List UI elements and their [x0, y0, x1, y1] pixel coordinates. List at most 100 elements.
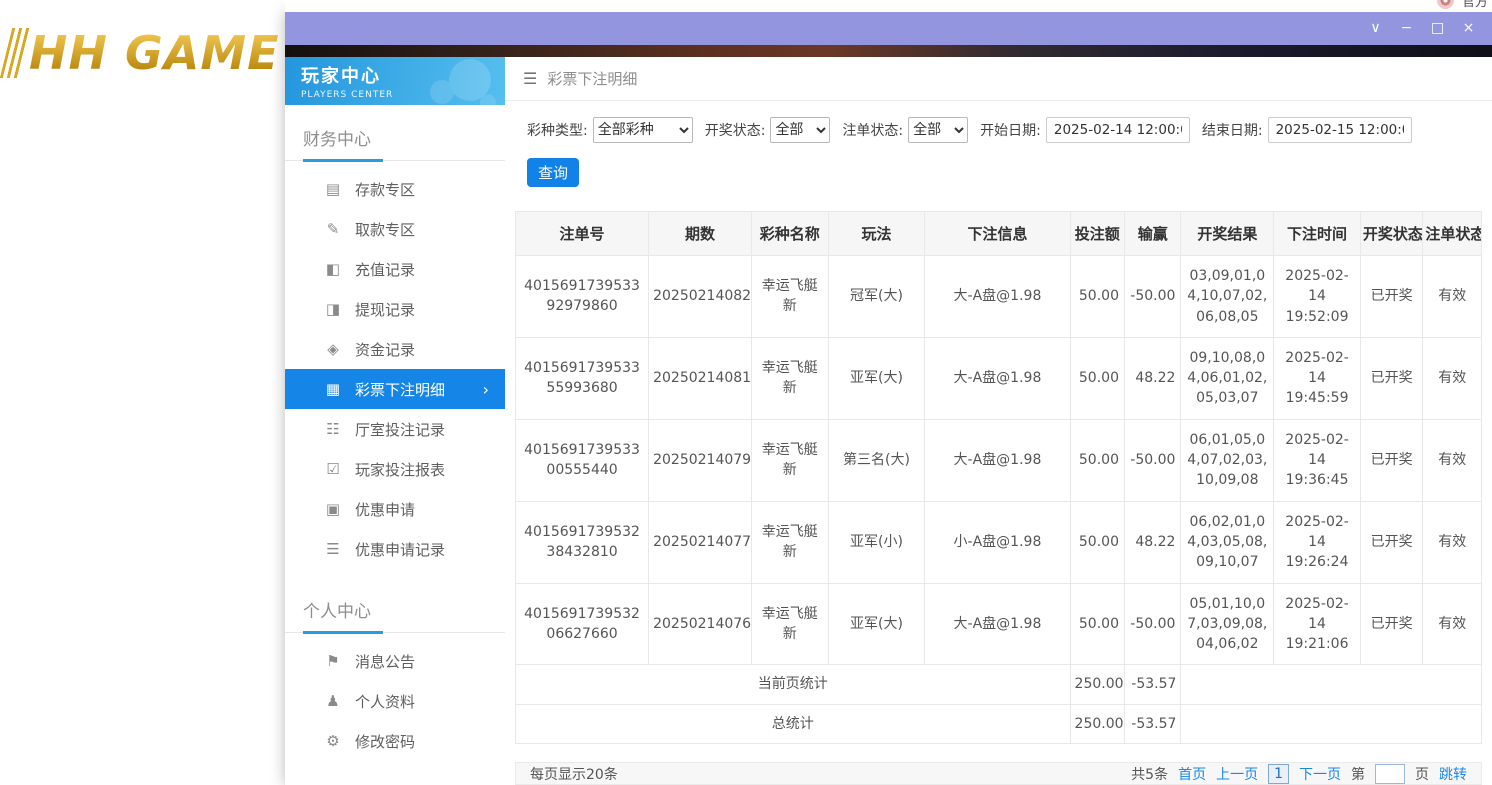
- sidebar-title: 玩家中心: [301, 62, 505, 88]
- table-cell: 有效: [1423, 337, 1482, 419]
- table-cell: 20250214079: [649, 419, 752, 501]
- sidebar-section-title: 代理中心: [285, 777, 505, 785]
- desktop-left-panel: HH GAME: [0, 0, 285, 785]
- sidebar-item-label: 取款专区: [355, 219, 415, 240]
- table-cell: 06,02,01,04,03,05,08,09,10,07: [1181, 501, 1274, 583]
- table-cell: 401569173953238432810: [516, 501, 649, 583]
- window-body: 玩家中心 PLAYERS CENTER 财务中心▤存款专区›✎取款专区›◧充值记…: [285, 57, 1492, 785]
- promo-record-icon: ☰: [323, 540, 343, 558]
- jump-link[interactable]: 跳转: [1439, 764, 1467, 784]
- table-row: 40156917395330055544020250214079幸运飞艇新第三名…: [516, 419, 1482, 501]
- sidebar-item-label: 资金记录: [355, 339, 415, 360]
- sidebar-item[interactable]: ◈资金记录›: [285, 329, 505, 369]
- table-header-row: 注单号期数彩种名称玩法下注信息投注额输赢开奖结果下注时间开奖状态注单状态: [516, 212, 1482, 256]
- sidebar-nav: 财务中心▤存款专区›✎取款专区›◧充值记录›◨提现记录›◈资金记录›▦彩票下注明…: [285, 113, 505, 785]
- table-cell: 亚军(大): [828, 583, 925, 665]
- current-page-indicator[interactable]: 1: [1268, 764, 1289, 784]
- sidebar-item-label: 提现记录: [355, 299, 415, 320]
- start-date-label: 开始日期:: [980, 120, 1041, 140]
- table-cell: 50.00: [1070, 256, 1124, 338]
- first-page-link[interactable]: 首页: [1178, 764, 1206, 784]
- table-cell: 09,10,08,04,06,01,02,05,03,07: [1181, 337, 1274, 419]
- table-cell: 有效: [1423, 419, 1482, 501]
- table-row: 40156917395320662766020250214076幸运飞艇新亚军(…: [516, 583, 1482, 665]
- table-cell: 20250214082: [649, 256, 752, 338]
- table-cell: 已开奖: [1360, 256, 1423, 338]
- collapse-chevron-icon[interactable]: ∨: [1360, 12, 1391, 45]
- table-cell: 2025-02-14 19:26:24: [1274, 501, 1361, 583]
- sidebar: 玩家中心 PLAYERS CENTER 财务中心▤存款专区›✎取款专区›◧充值记…: [285, 57, 505, 785]
- table-cell: 第三名(大): [828, 419, 925, 501]
- funds-icon: ◈: [323, 340, 343, 358]
- table-row: 40156917395339297986020250214082幸运飞艇新冠军(…: [516, 256, 1482, 338]
- bet-status-select[interactable]: 全部: [908, 117, 968, 143]
- pagination-bar: 每页显示20条 共5条 首页 上一页 1 下一页 第 页 跳转: [515, 762, 1482, 785]
- user-icon: ♟: [323, 692, 343, 710]
- table-cell: 幸运飞艇新: [751, 419, 828, 501]
- official-badge[interactable]: 官方: [1437, 0, 1488, 10]
- total-count-text: 共5条: [1131, 764, 1168, 784]
- withdraw-icon: ✎: [323, 220, 343, 238]
- table-cell: 冠军(大): [828, 256, 925, 338]
- cashout-icon: ◨: [323, 300, 343, 318]
- minimize-icon[interactable]: −: [1391, 12, 1422, 45]
- sidebar-item[interactable]: ✎取款专区›: [285, 209, 505, 249]
- page-suffix-label: 页: [1415, 764, 1429, 784]
- sidebar-item[interactable]: ▦彩票下注明细›: [285, 369, 505, 409]
- sidebar-item[interactable]: ♟个人资料›: [285, 681, 505, 721]
- column-header: 彩种名称: [751, 212, 828, 256]
- summary-label: 当前页统计: [516, 665, 1071, 704]
- sidebar-item[interactable]: ⚑消息公告›: [285, 641, 505, 681]
- summary-empty-cell: [1181, 704, 1482, 743]
- table-cell: 50.00: [1070, 337, 1124, 419]
- table-cell: 大-A盘@1.98: [925, 419, 1070, 501]
- menu-toggle-icon[interactable]: ☰: [523, 69, 537, 88]
- table-cell: 20250214077: [649, 501, 752, 583]
- sidebar-item[interactable]: ▣优惠申请›: [285, 489, 505, 529]
- table-cell: 幸运飞艇新: [751, 256, 828, 338]
- summary-row: 当前页统计250.00-53.57: [516, 665, 1482, 704]
- prev-page-link[interactable]: 上一页: [1216, 764, 1258, 784]
- sidebar-item-label: 个人资料: [355, 691, 415, 712]
- column-header: 开奖结果: [1181, 212, 1274, 256]
- table-cell: 2025-02-14 19:52:09: [1274, 256, 1361, 338]
- search-button[interactable]: 查询: [527, 158, 579, 187]
- sidebar-item[interactable]: ⚙修改密码›: [285, 721, 505, 761]
- table-cell: 48.22: [1124, 501, 1180, 583]
- app-window: ∨ − □ × 玩家中心 PLAYERS CENTER 财务中心▤存款专区›✎取…: [285, 12, 1492, 785]
- page-title: 彩票下注明细: [547, 68, 637, 89]
- sidebar-item[interactable]: ◧充值记录›: [285, 249, 505, 289]
- recharge-icon: ◧: [323, 260, 343, 278]
- maximize-icon[interactable]: □: [1422, 12, 1453, 45]
- column-header: 输赢: [1124, 212, 1180, 256]
- start-date-input[interactable]: [1046, 117, 1190, 143]
- sidebar-item[interactable]: ▤存款专区›: [285, 169, 505, 209]
- sidebar-item[interactable]: ☑玩家投注报表›: [285, 449, 505, 489]
- top-strip: 官方: [285, 0, 1492, 12]
- sidebar-item-label: 彩票下注明细: [355, 379, 445, 400]
- sidebar-menu-list: ⚑消息公告›♟个人资料›⚙修改密码›: [285, 633, 505, 769]
- brand-logo-text: HH GAME: [29, 26, 280, 80]
- summary-row: 总统计250.00-53.57: [516, 704, 1482, 743]
- table-cell: 亚军(大): [828, 337, 925, 419]
- sidebar-item-label: 厅室投注记录: [355, 419, 445, 440]
- draw-status-filter: 开奖状态: 全部: [705, 117, 831, 143]
- table-cell: 已开奖: [1360, 337, 1423, 419]
- lottery-type-select[interactable]: 全部彩种: [593, 117, 693, 143]
- draw-status-select[interactable]: 全部: [770, 117, 830, 143]
- sidebar-item[interactable]: ◨提现记录›: [285, 289, 505, 329]
- next-page-link[interactable]: 下一页: [1299, 764, 1341, 784]
- sidebar-item[interactable]: ☰优惠申请记录›: [285, 529, 505, 569]
- close-icon[interactable]: ×: [1453, 12, 1484, 45]
- column-header: 下注时间: [1274, 212, 1361, 256]
- summary-label: 总统计: [516, 704, 1071, 743]
- summary-bet-total: 250.00: [1070, 704, 1124, 743]
- table-cell: 已开奖: [1360, 501, 1423, 583]
- brand-bars-decoration: [0, 28, 32, 78]
- end-date-input[interactable]: [1268, 117, 1412, 143]
- draw-status-label: 开奖状态:: [705, 120, 766, 140]
- page-jump-input[interactable]: [1375, 764, 1405, 784]
- sidebar-item[interactable]: ☷厅室投注记录›: [285, 409, 505, 449]
- deposit-icon: ▤: [323, 180, 343, 198]
- hall-icon: ☷: [323, 420, 343, 438]
